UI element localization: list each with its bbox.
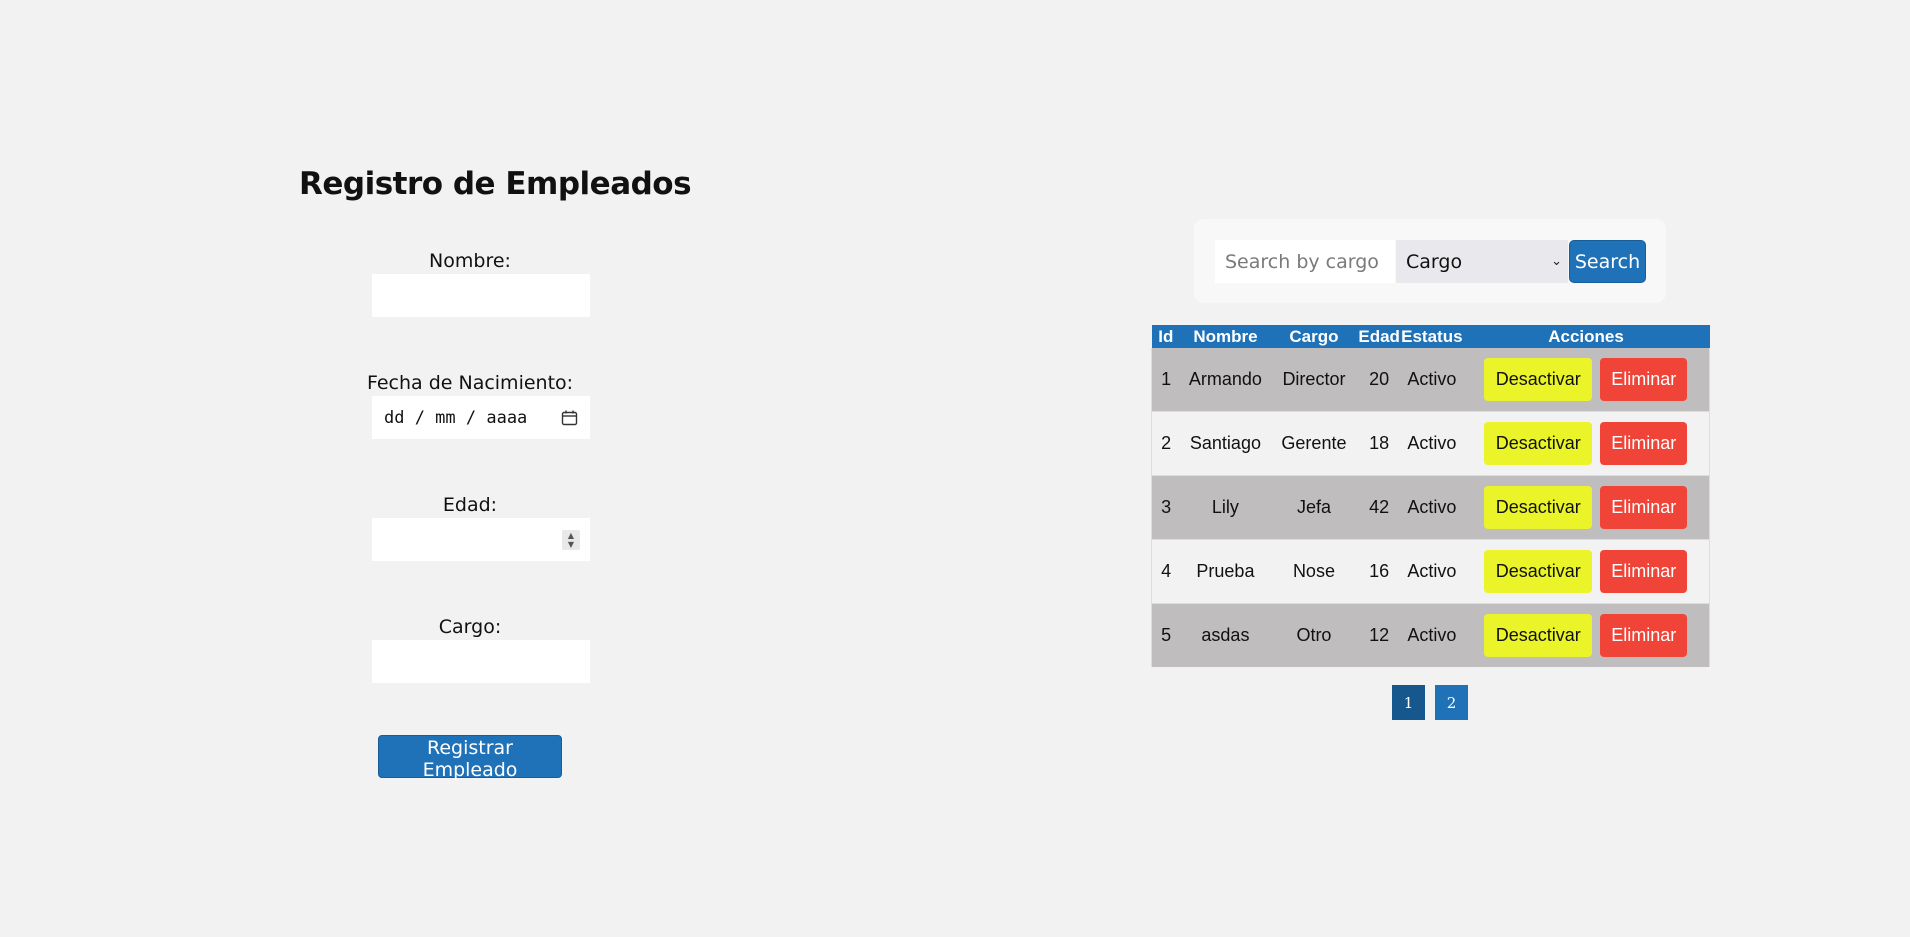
fecha-label: Fecha de Nacimiento: [366, 372, 574, 394]
cell-id: 5 [1151, 603, 1181, 667]
table-row: 1 Armando Director 20 Activo Desactivar E… [1151, 348, 1710, 412]
cell-cargo: Otro [1270, 603, 1358, 667]
cell-edad: 16 [1357, 539, 1402, 604]
cell-estatus: Activo [1401, 475, 1463, 540]
spinner-up-icon[interactable]: ▲ [568, 531, 574, 540]
cargo-label: Cargo: [438, 616, 502, 638]
cargo-select[interactable]: Cargo ⌄ [1396, 240, 1568, 283]
table-row: 3 Lily Jefa 42 Activo Desactivar Eliminar [1151, 475, 1710, 540]
deactivate-button[interactable]: Desactivar [1484, 614, 1593, 657]
fecha-placeholder: dd / mm / aaaa [384, 407, 528, 428]
cell-estatus: Activo [1401, 348, 1463, 412]
spinner-down-icon[interactable]: ▼ [568, 540, 574, 549]
cell-acciones: Desactivar Eliminar [1462, 603, 1710, 667]
form-title: Registro de Empleados [299, 166, 692, 202]
table-row: 5 asdas Otro 12 Activo Desactivar Elimina… [1151, 603, 1710, 667]
header-edad: Edad [1357, 325, 1402, 348]
cell-cargo: Gerente [1270, 411, 1358, 476]
page-button-1[interactable]: 1 [1392, 685, 1425, 720]
cell-acciones: Desactivar Eliminar [1462, 475, 1710, 540]
cell-edad: 20 [1357, 348, 1402, 412]
table-header: Id Nombre Cargo Edad Estatus Acciones [1151, 325, 1710, 348]
deactivate-button[interactable]: Desactivar [1484, 486, 1593, 529]
cell-id: 1 [1151, 348, 1181, 412]
cell-id: 2 [1151, 411, 1181, 476]
cell-nombre: Prueba [1180, 539, 1271, 604]
table-row: 4 Prueba Nose 16 Activo Desactivar Elimin… [1151, 539, 1710, 604]
cell-cargo: Jefa [1270, 475, 1358, 540]
calendar-icon[interactable] [561, 410, 578, 426]
cell-id: 3 [1151, 475, 1181, 540]
delete-button[interactable]: Eliminar [1600, 550, 1688, 593]
chevron-down-icon: ⌄ [1551, 254, 1562, 269]
cell-id: 4 [1151, 539, 1181, 604]
edad-input[interactable]: ▲ ▼ [372, 518, 590, 561]
cell-nombre: Lily [1180, 475, 1271, 540]
cell-cargo: Director [1270, 348, 1358, 412]
cell-nombre: asdas [1180, 603, 1271, 667]
spinner-icon[interactable]: ▲ ▼ [562, 529, 580, 550]
cargo-select-value: Cargo [1406, 250, 1463, 273]
cell-acciones: Desactivar Eliminar [1462, 411, 1710, 476]
header-acciones: Acciones [1462, 325, 1710, 348]
table-row: 2 Santiago Gerente 18 Activo Desactivar E… [1151, 411, 1710, 476]
cell-cargo: Nose [1270, 539, 1358, 604]
header-nombre: Nombre [1180, 325, 1271, 348]
edad-label: Edad: [442, 494, 498, 516]
nombre-label: Nombre: [429, 250, 511, 272]
cargo-input[interactable] [372, 640, 590, 683]
nombre-input[interactable] [372, 274, 590, 317]
cell-acciones: Desactivar Eliminar [1462, 539, 1710, 604]
header-id: Id [1151, 325, 1181, 348]
deactivate-button[interactable]: Desactivar [1484, 358, 1593, 401]
cell-estatus: Activo [1401, 411, 1463, 476]
delete-button[interactable]: Eliminar [1600, 422, 1688, 465]
cell-edad: 18 [1357, 411, 1402, 476]
header-cargo: Cargo [1270, 325, 1358, 348]
cell-nombre: Armando [1180, 348, 1271, 412]
deactivate-button[interactable]: Desactivar [1484, 422, 1593, 465]
deactivate-button[interactable]: Desactivar [1484, 550, 1593, 593]
cell-estatus: Activo [1401, 603, 1463, 667]
cell-nombre: Santiago [1180, 411, 1271, 476]
search-input[interactable] [1215, 240, 1395, 283]
page-button-2[interactable]: 2 [1435, 685, 1468, 720]
cell-acciones: Desactivar Eliminar [1462, 348, 1710, 412]
employees-table: Id Nombre Cargo Edad Estatus Acciones 1 … [1151, 325, 1710, 667]
delete-button[interactable]: Eliminar [1600, 486, 1688, 529]
delete-button[interactable]: Eliminar [1600, 614, 1688, 657]
cell-edad: 12 [1357, 603, 1402, 667]
delete-button[interactable]: Eliminar [1600, 358, 1688, 401]
header-estatus: Estatus [1401, 325, 1463, 348]
cell-estatus: Activo [1401, 539, 1463, 604]
fecha-input[interactable]: dd / mm / aaaa [372, 396, 590, 439]
cell-edad: 42 [1357, 475, 1402, 540]
register-button[interactable]: Registrar Empleado [378, 735, 562, 781]
search-button[interactable]: Search [1569, 240, 1646, 283]
